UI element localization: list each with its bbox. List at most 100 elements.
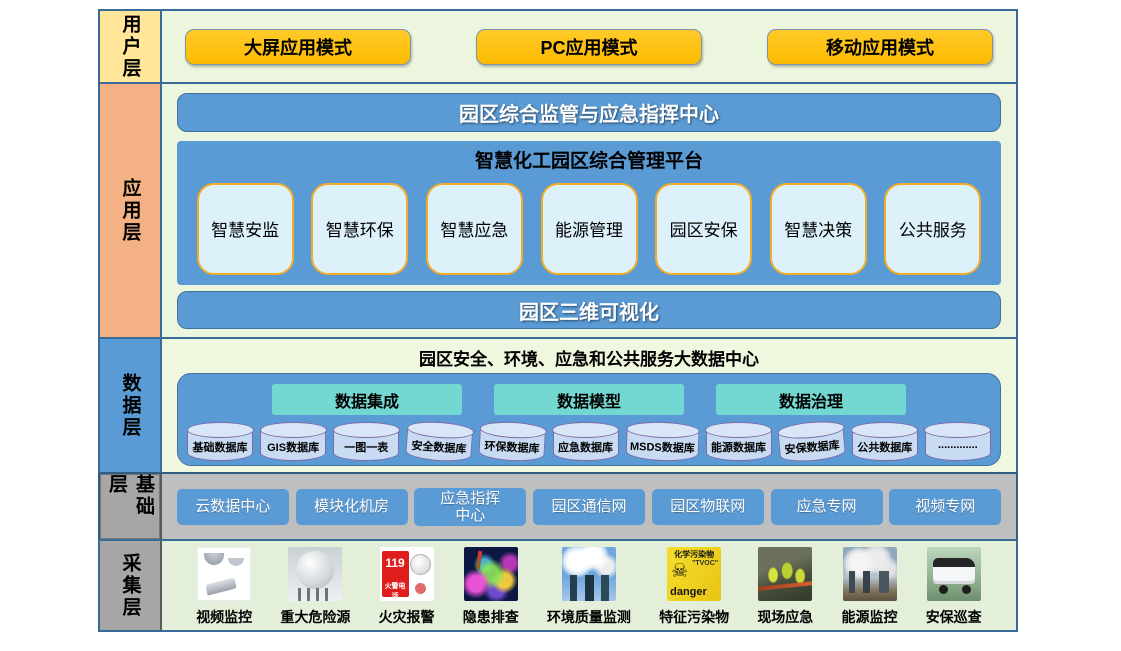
- layer-label-data-text: 数据层: [117, 373, 144, 439]
- database-cylinder-label: 能源数据库: [710, 431, 768, 455]
- architecture-diagram: 用户层 大屏应用模式 PC应用模式 移动应用模式 应用层 园区综合监管与应急指挥…: [0, 0, 1121, 651]
- platform-box: 智慧化工园区综合管理平台 智慧安监 智慧环保 智慧应急 能源管理 园区安保: [177, 141, 1001, 286]
- infra-item-button[interactable]: 应急专网: [771, 489, 883, 525]
- data-layer-content: 园区安全、环境、应急和公共服务大数据中心 数据集成 数据模型 数据治理: [162, 339, 1016, 472]
- database-cylinder[interactable]: 环保数据库: [479, 429, 546, 462]
- collection-layer-row: 采集层 视频监控: [98, 539, 1018, 632]
- infra-item-button[interactable]: 园区物联网: [652, 489, 764, 525]
- database-cylinder-label: 安全数据库: [410, 429, 470, 457]
- database-cylinder[interactable]: 一图一表: [333, 431, 399, 461]
- app-layer-row: 应用层 园区综合监管与应急指挥中心 智慧化工园区综合管理平台 智慧安监 智慧环保…: [98, 82, 1018, 339]
- collect-item-label: 重大危险源: [280, 607, 350, 627]
- user-layer-row: 用户层 大屏应用模式 PC应用模式 移动应用模式: [98, 9, 1018, 84]
- visualization-bar[interactable]: 园区三维可视化: [177, 291, 1001, 329]
- database-row: 基础数据库 GIS数据库 一图一表 安全数据库: [185, 419, 993, 461]
- layer-label-data: 数据层: [100, 339, 162, 472]
- collect-item: 化学污染物 "TVOC" danger 特征污染物: [659, 547, 729, 627]
- infrastructure-layer-content: 云数据中心 模块化机房 应急指挥 中心 园区通信网 园区物联网 应急专网 视频专…: [162, 474, 1016, 539]
- command-center-bar[interactable]: 园区综合监管与应急指挥中心: [177, 93, 1001, 132]
- module-card[interactable]: 智慧安监: [197, 183, 294, 275]
- module-card[interactable]: 能源管理: [541, 183, 638, 275]
- collect-item-label: 火灾报警: [379, 607, 435, 627]
- database-cylinder-label: 一图一表: [337, 431, 395, 455]
- database-cylinder-label: GIS数据库: [264, 431, 322, 455]
- collect-item: 隐患排查: [463, 547, 519, 627]
- module-card[interactable]: 公共服务: [884, 183, 981, 275]
- platform-title: 智慧化工园区综合管理平台: [177, 141, 1001, 173]
- photo-text-bottom: danger: [670, 586, 707, 598]
- energy-plant-icon: [843, 547, 897, 601]
- collect-item-label: 安保巡查: [926, 607, 982, 627]
- module-card[interactable]: 智慧环保: [311, 183, 408, 275]
- collect-item-label: 视频监控: [196, 607, 252, 627]
- data-process-button[interactable]: 数据模型: [494, 384, 684, 415]
- layer-label-collect: 采集层: [100, 541, 162, 630]
- infra-item-button[interactable]: 应急指挥 中心: [414, 488, 526, 526]
- database-cylinder[interactable]: 基础数据库: [187, 431, 253, 461]
- database-cylinder-label: .............: [929, 431, 987, 451]
- database-cylinder[interactable]: .............: [925, 431, 991, 461]
- collect-item-label: 环境质量监测: [547, 607, 631, 627]
- layer-label-app: 应用层: [100, 84, 162, 337]
- layer-label-infra: 基础层: [100, 474, 162, 539]
- collect-item: 能源监控: [842, 547, 898, 627]
- module-card[interactable]: 园区安保: [655, 183, 752, 275]
- photo-text-mid: "TVOC": [692, 560, 718, 567]
- layer-label-user: 用户层: [100, 11, 162, 82]
- database-cylinder-label: 环保数据库: [483, 430, 542, 457]
- module-cards-row: 智慧安监 智慧环保 智慧应急 能源管理 园区安保 智慧决策 公共服务: [177, 173, 1001, 286]
- infra-item-button[interactable]: 云数据中心: [177, 489, 289, 525]
- collect-item: 重大危险源: [280, 547, 350, 627]
- database-cylinder[interactable]: 安保数据库: [777, 428, 845, 464]
- danger-sign-icon: 化学污染物 "TVOC" danger: [667, 547, 721, 601]
- infrastructure-layer-row: 基础层 云数据中心 模块化机房 应急指挥 中心 园区通信网 园区物联网 应急专网…: [98, 472, 1018, 541]
- collect-item-label: 现场应急: [757, 607, 813, 627]
- layer-label-user-text: 用户层: [117, 14, 144, 80]
- photo-text-top: 119: [382, 556, 409, 570]
- photo-text-bottom: 火警电话: [382, 581, 409, 601]
- smokestack-icon: [562, 547, 616, 601]
- database-cylinder-label: 应急数据库: [557, 431, 615, 455]
- user-layer-content: 大屏应用模式 PC应用模式 移动应用模式: [162, 11, 1016, 82]
- database-cylinder[interactable]: 安全数据库: [405, 429, 473, 464]
- collect-item: 视频监控: [196, 547, 252, 627]
- database-cylinder[interactable]: 应急数据库: [553, 431, 619, 461]
- layer-label-collect-text: 采集层: [117, 553, 144, 619]
- data-process-button[interactable]: 数据集成: [272, 384, 462, 415]
- database-cylinder-label: 安保数据库: [781, 429, 841, 458]
- fire-alarm-icon: 119 火警电话: [380, 547, 434, 601]
- database-cylinder[interactable]: 能源数据库: [706, 431, 772, 461]
- collect-item: 现场应急: [757, 547, 813, 627]
- module-card[interactable]: 智慧应急: [426, 183, 523, 275]
- video-camera-icon: [197, 547, 251, 601]
- database-cylinder-label: 基础数据库: [191, 431, 249, 455]
- layer-label-infra-text: 基础层: [103, 474, 157, 539]
- app-mode-button[interactable]: 移动应用模式: [767, 29, 993, 65]
- collect-item: 环境质量监测: [547, 547, 631, 627]
- collection-layer-content: 视频监控 重大危险源 119: [162, 541, 1016, 630]
- infra-item-button[interactable]: 园区通信网: [533, 489, 645, 525]
- hazard-map-icon: [464, 547, 518, 601]
- collect-item: 安保巡查: [926, 547, 982, 627]
- database-cylinder[interactable]: 公共数据库: [852, 431, 918, 461]
- collect-item: 119 火警电话 火灾报警: [379, 547, 435, 627]
- layered-diagram: 用户层 大屏应用模式 PC应用模式 移动应用模式 应用层 园区综合监管与应急指挥…: [98, 9, 1018, 632]
- data-process-button[interactable]: 数据治理: [716, 384, 906, 415]
- collect-item-label: 能源监控: [842, 607, 898, 627]
- patrol-cart-icon: [927, 547, 981, 601]
- app-mode-button[interactable]: PC应用模式: [476, 29, 702, 65]
- hazmat-team-icon: [758, 547, 812, 601]
- big-data-center-title: 园区安全、环境、应急和公共服务大数据中心: [177, 341, 1001, 373]
- database-cylinder[interactable]: GIS数据库: [260, 431, 326, 461]
- data-center-box: 数据集成 数据模型 数据治理 基础数据库: [177, 373, 1001, 466]
- gas-tank-icon: [288, 547, 342, 601]
- infra-item-button[interactable]: 视频专网: [889, 489, 1001, 525]
- layer-label-app-text: 应用层: [117, 178, 144, 244]
- infra-item-button[interactable]: 模块化机房: [296, 489, 408, 525]
- database-cylinder[interactable]: MSDS数据库: [625, 430, 699, 463]
- collect-item-label: 隐患排查: [463, 607, 519, 627]
- data-layer-row: 数据层 园区安全、环境、应急和公共服务大数据中心 数据集成 数据模型 数据治理: [98, 337, 1018, 474]
- app-mode-button[interactable]: 大屏应用模式: [185, 29, 411, 65]
- data-process-row: 数据集成 数据模型 数据治理: [185, 384, 993, 415]
- module-card[interactable]: 智慧决策: [770, 183, 867, 275]
